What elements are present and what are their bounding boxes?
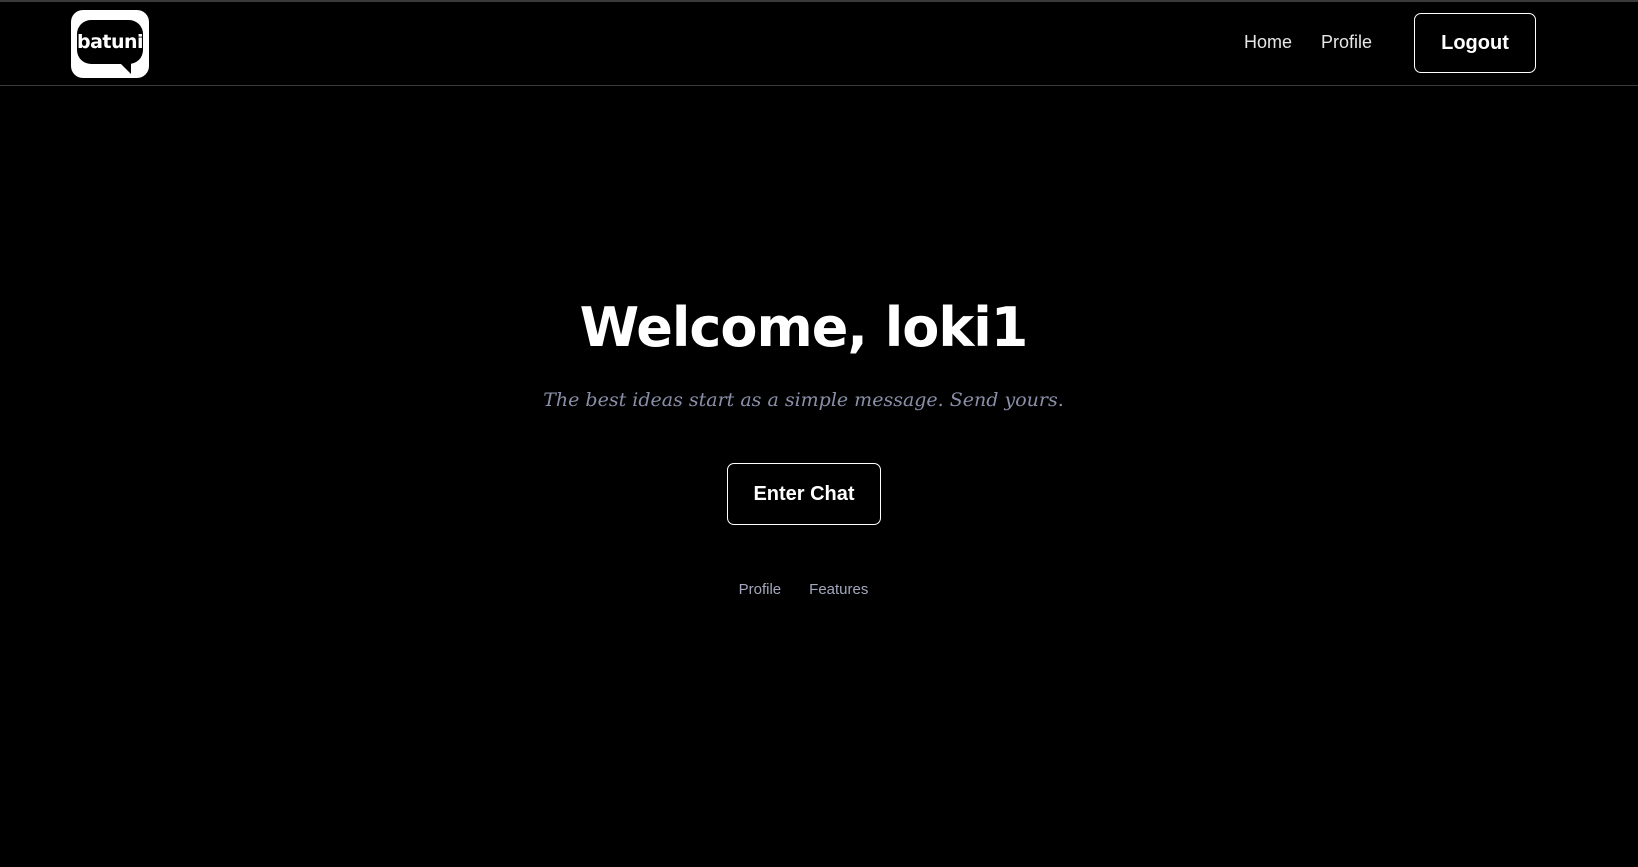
footer-profile-link[interactable]: Profile xyxy=(739,581,782,598)
footer-features-link[interactable]: Features xyxy=(809,581,868,598)
page: batuni Home Profile Logout Welcome, loki… xyxy=(0,0,1638,867)
welcome-title: Welcome, loki1 xyxy=(579,296,1029,359)
hero-subtitle: The best ideas start as a simple message… xyxy=(543,389,1064,411)
enter-chat-button[interactable]: Enter Chat xyxy=(727,463,881,525)
footer-links: Profile Features xyxy=(0,581,1607,598)
hero-section: Welcome, loki1 The best ideas start as a… xyxy=(0,0,1607,867)
